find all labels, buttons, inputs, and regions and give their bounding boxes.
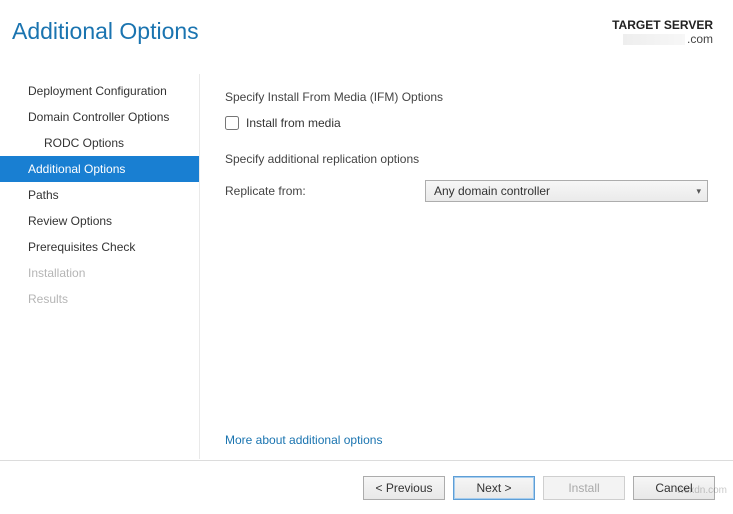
replication-section-label: Specify additional replication options — [225, 152, 708, 166]
more-about-link[interactable]: More about additional options — [225, 433, 382, 447]
sidebar-item-domain-controller-options[interactable]: Domain Controller Options — [0, 104, 199, 130]
sidebar-item-paths[interactable]: Paths — [0, 182, 199, 208]
wizard-sidebar: Deployment Configuration Domain Controll… — [0, 74, 200, 459]
sidebar-item-installation: Installation — [0, 260, 199, 286]
replicate-from-value: Any domain controller — [434, 184, 550, 198]
replicate-from-dropdown[interactable]: Any domain controller ▾ — [425, 180, 708, 202]
install-button: Install — [543, 476, 625, 500]
sidebar-item-deployment-configuration[interactable]: Deployment Configuration — [0, 78, 199, 104]
ifm-section-label: Specify Install From Media (IFM) Options — [225, 90, 708, 104]
install-from-media-checkbox[interactable] — [225, 116, 239, 130]
sidebar-item-rodc-options[interactable]: RODC Options — [0, 130, 199, 156]
replicate-from-label: Replicate from: — [225, 184, 425, 198]
next-button[interactable]: Next > — [453, 476, 535, 500]
target-server-name: .com — [612, 32, 713, 46]
cancel-button[interactable]: Cancel — [633, 476, 715, 500]
install-from-media-label: Install from media — [246, 116, 341, 130]
wizard-footer: < Previous Next > Install Cancel — [0, 460, 733, 514]
page-title: Additional Options — [12, 18, 199, 45]
target-server-block: TARGET SERVER .com — [612, 18, 713, 46]
sidebar-item-review-options[interactable]: Review Options — [0, 208, 199, 234]
sidebar-item-results: Results — [0, 286, 199, 312]
content-panel: Specify Install From Media (IFM) Options… — [200, 74, 733, 459]
previous-button[interactable]: < Previous — [363, 476, 445, 500]
sidebar-item-prerequisites-check[interactable]: Prerequisites Check — [0, 234, 199, 260]
chevron-down-icon: ▾ — [696, 186, 701, 197]
sidebar-item-additional-options[interactable]: Additional Options — [0, 156, 199, 182]
target-server-label: TARGET SERVER — [612, 18, 713, 32]
